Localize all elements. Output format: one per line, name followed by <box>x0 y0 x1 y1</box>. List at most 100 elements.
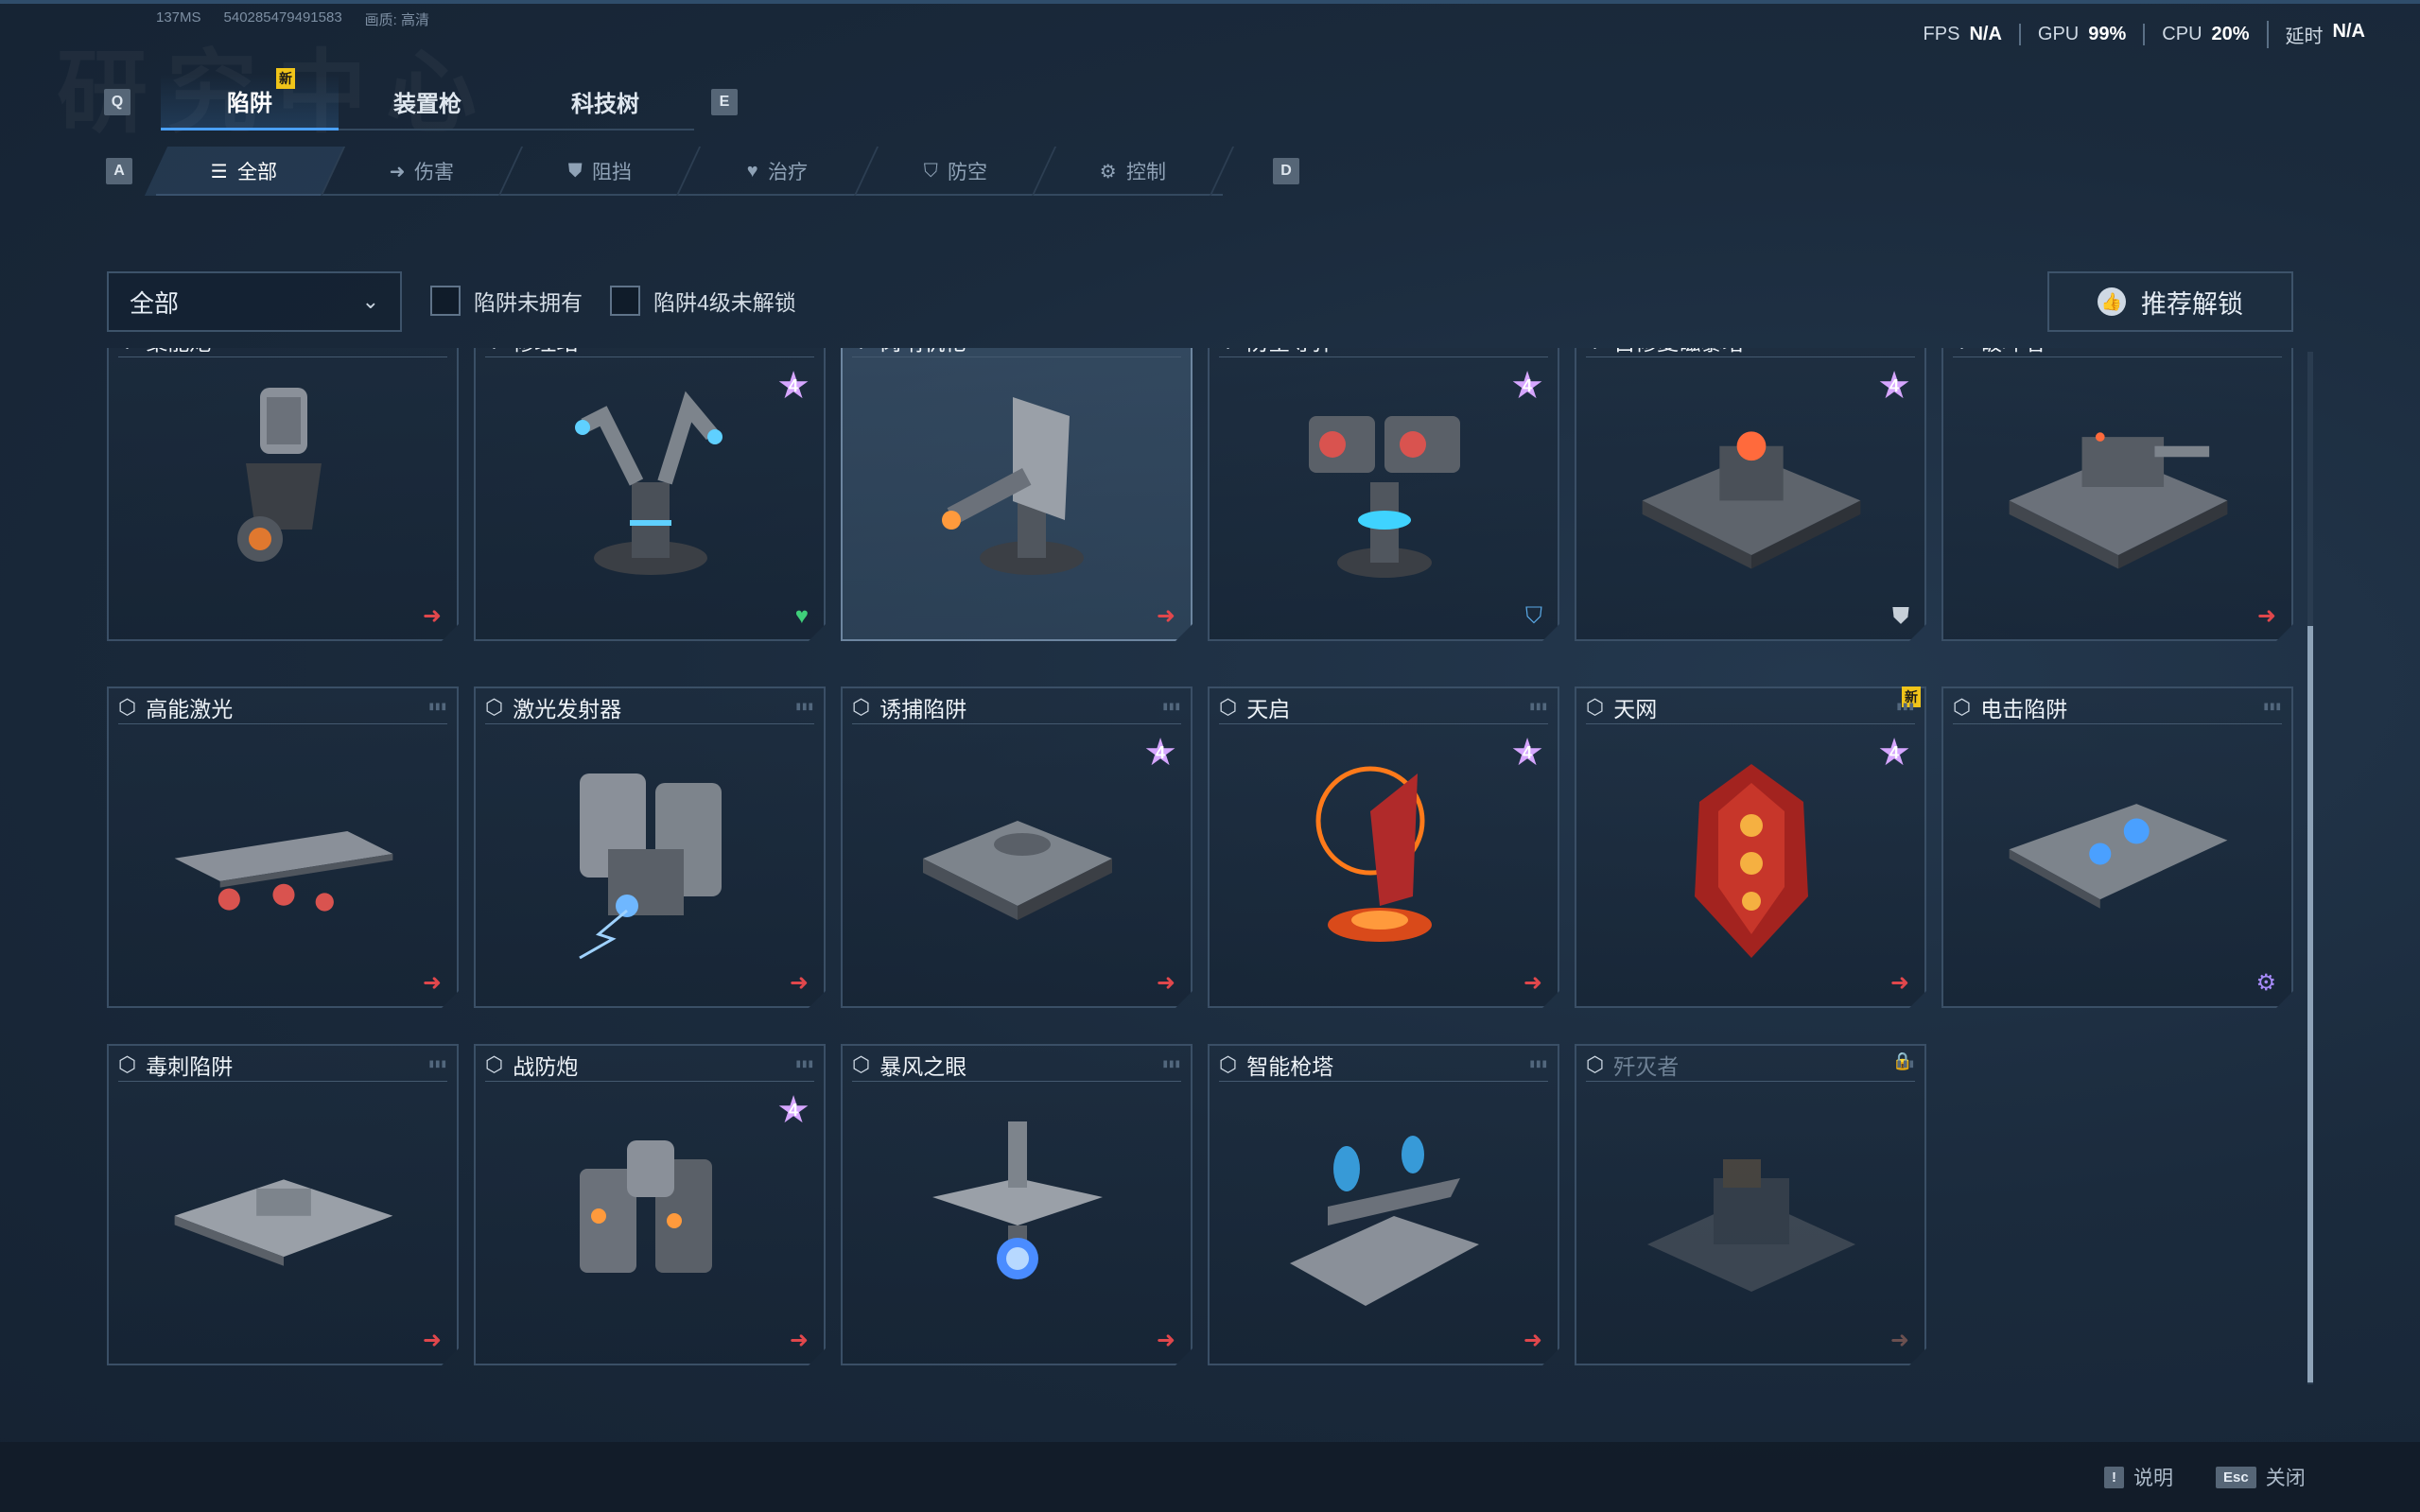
damage-arrow-icon: ➜ <box>1156 603 1175 629</box>
next-tab-key[interactable]: E <box>711 89 738 115</box>
trap-image <box>1266 745 1503 963</box>
anti-air-icon: ⛉ <box>1525 603 1542 629</box>
checkbox-box[interactable] <box>610 286 640 316</box>
trap-card[interactable]: ⬡防空导弹▮▮▮ ★4 ⛉ <box>1208 348 1559 641</box>
trap-image <box>899 1103 1136 1320</box>
star-level-icon: ★ 4 <box>1877 732 1911 773</box>
category-tabs: ☰ 全部 ➜ 伤害 ⛊ 阻挡 ♥ 治疗 ⛉ 防空 ⚙ 控制 <box>144 147 1235 196</box>
trap-image <box>1633 378 1870 596</box>
star-level-icon: ★ 4 <box>1143 732 1177 773</box>
arrow-icon: ➜ <box>389 161 406 182</box>
damage-arrow-icon: ➜ <box>422 1328 442 1353</box>
trap-image <box>532 1103 769 1320</box>
trap-image <box>165 1103 402 1320</box>
cube-icon: ⬡ <box>852 348 870 353</box>
trap-card[interactable]: ⬡ 激光发射器 ▮▮▮ ➜ <box>474 686 826 1008</box>
trap-card[interactable]: ⬡ 天启 ▮▮▮ ★ 4 ➜ <box>1208 686 1559 1008</box>
checkbox-level4-locked[interactable]: 陷阱4级未解锁 <box>610 285 796 317</box>
next-subtab-key[interactable]: D <box>1273 158 1299 184</box>
damage-arrow-icon: ➜ <box>1889 1328 1909 1353</box>
trap-card[interactable]: ⬡ 暴风之眼 ▮▮▮ ➜ <box>841 1044 1193 1365</box>
checkbox-not-owned[interactable]: 陷阱未拥有 <box>430 285 583 317</box>
trap-card[interactable]: 新 ⬡ 天网 ▮▮▮ ★ 4 ➜ <box>1575 686 1926 1008</box>
help-hint[interactable]: ! 说明 <box>2104 1463 2173 1491</box>
damage-arrow-icon: ➜ <box>789 970 809 996</box>
star-level-icon: ★ 4 <box>1510 365 1544 407</box>
trap-card[interactable]: ⬡破坏者▮▮▮ ➜ <box>1941 348 2293 641</box>
perf-fps: FPS N/A <box>1923 24 2002 44</box>
trap-card[interactable]: ⬡ 电击陷阱 ▮▮▮ ⚙ <box>1941 686 2293 1008</box>
trap-image <box>532 745 769 963</box>
trap-image <box>1633 745 1870 963</box>
cube-icon: ⬡ <box>1586 694 1605 719</box>
cube-icon: ⬡ <box>852 694 871 719</box>
trap-image <box>165 378 402 596</box>
session-id: 540285479491583 <box>223 9 342 26</box>
trap-grid: ⬡聚能炮▮▮▮ ➜ ⬡修理站▮▮▮ ★4 ♥ ⬡岗哨机枪▮▮▮ ➜ ⬡防空导弹▮… <box>107 348 2301 1386</box>
star-level-icon: ★ 4 <box>1510 732 1544 773</box>
trap-card[interactable]: ⬡ 智能枪塔 ▮▮▮ ➜ <box>1208 1044 1559 1365</box>
damage-arrow-icon: ➜ <box>2256 603 2276 629</box>
trap-image <box>1266 378 1503 596</box>
cube-icon: ⬡ <box>1219 1051 1238 1076</box>
trap-image <box>1633 1103 1870 1320</box>
heart-icon: ♥ <box>747 160 758 182</box>
cube-icon: ⬡ <box>1586 1051 1605 1076</box>
perf-cpu: CPU 20% <box>2143 24 2266 45</box>
trap-card[interactable]: ⬡自修复磁暴塔▮▮▮ ★4 ⛊ <box>1575 348 1926 641</box>
prev-subtab-key[interactable]: A <box>106 158 132 184</box>
checkbox-box[interactable] <box>430 286 461 316</box>
trap-card[interactable]: ⬡聚能炮▮▮▮ ➜ <box>107 348 459 641</box>
top-border <box>0 0 2420 4</box>
trap-card[interactable]: ⬡修理站▮▮▮ ★4 ♥ <box>474 348 826 641</box>
cube-icon: ⬡ <box>1219 348 1237 353</box>
tab-device-guns[interactable]: 装置枪 <box>339 74 516 130</box>
trap-card[interactable]: ⬡ 诱捕陷阱 ▮▮▮ ★ 4 ➜ <box>841 686 1193 1008</box>
trap-image <box>165 745 402 963</box>
star-level-icon: ★ 4 <box>776 365 810 407</box>
trap-card-locked[interactable]: 🔒 ⬡ 歼灭者 ▮▮▮ ➜ <box>1575 1044 1926 1365</box>
heal-icon: ♥ <box>794 603 809 629</box>
subtab-damage[interactable]: ➜ 伤害 <box>322 147 524 196</box>
trap-image <box>532 378 769 596</box>
damage-arrow-icon: ➜ <box>422 603 442 629</box>
quality-text: 画质: 高清 <box>364 12 430 28</box>
damage-arrow-icon: ➜ <box>1156 970 1175 996</box>
trap-image <box>2000 378 2237 596</box>
grid-scrollbar[interactable] <box>2307 352 2313 1384</box>
cube-icon: ⬡ <box>1219 694 1238 719</box>
subtab-anti-air[interactable]: ⛉ 防空 <box>855 147 1057 196</box>
subtab-heal[interactable]: ♥ 治疗 <box>677 147 879 196</box>
trap-card[interactable]: ⬡岗哨机枪▮▮▮ ➜ <box>841 348 1193 641</box>
recommend-unlock-button[interactable]: 👍 推荐解锁 <box>2047 271 2293 332</box>
cube-icon: ⬡ <box>485 348 503 353</box>
trap-image <box>1266 1103 1503 1320</box>
tab-traps[interactable]: 陷阱 新 <box>161 68 339 130</box>
block-shield-icon: ⛊ <box>1892 603 1909 629</box>
cube-icon: ⬡ <box>118 694 137 719</box>
gear-icon: ⚙ <box>1100 161 1117 182</box>
tab-tech-tree[interactable]: 科技树 <box>516 74 694 130</box>
trap-image <box>899 745 1136 963</box>
filter-dropdown[interactable]: 全部 ⌄ <box>107 271 402 332</box>
subtab-block[interactable]: ⛊ 阻挡 <box>499 147 702 196</box>
help-key: ! <box>2104 1466 2124 1488</box>
perf-latency: 延时 N/A <box>2266 21 2382 48</box>
new-badge: 新 <box>276 68 295 89</box>
damage-arrow-icon: ➜ <box>1156 1328 1175 1353</box>
perf-gpu: GPU 99% <box>2018 24 2143 45</box>
damage-arrow-icon: ➜ <box>1523 970 1542 996</box>
system-info: 137MS 540285479491583 画质: 高清 <box>156 9 429 29</box>
thumbs-up-icon: 👍 <box>2098 287 2126 316</box>
subtab-control[interactable]: ⚙ 控制 <box>1033 147 1235 196</box>
scrollbar-thumb[interactable] <box>2307 626 2313 1382</box>
trap-card[interactable]: ⬡ 毒刺陷阱 ▮▮▮ ➜ <box>107 1044 459 1365</box>
cube-icon: ⬡ <box>485 1051 504 1076</box>
cube-icon: ⬡ <box>118 1051 137 1076</box>
subtab-all[interactable]: ☰ 全部 <box>144 147 346 196</box>
prev-tab-key[interactable]: Q <box>104 89 131 115</box>
cube-icon: ⬡ <box>1953 694 1972 719</box>
trap-card[interactable]: ⬡ 高能激光 ▮▮▮ ➜ <box>107 686 459 1008</box>
close-hint[interactable]: Esc 关闭 <box>2216 1463 2306 1491</box>
trap-card[interactable]: ⬡ 战防炮 ▮▮▮ ★ 4 ➜ <box>474 1044 826 1365</box>
